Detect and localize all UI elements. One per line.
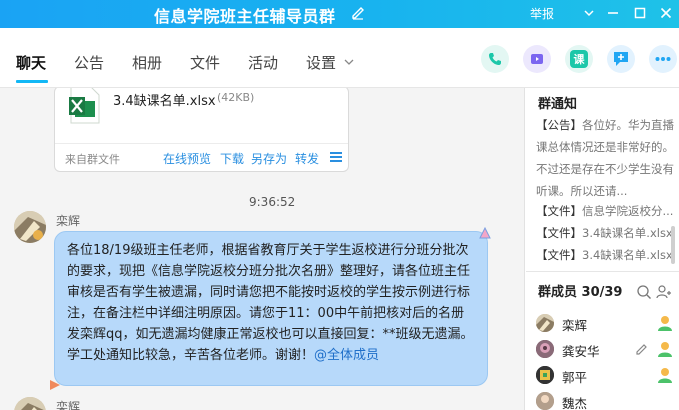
dropdown-icon[interactable] (578, 3, 600, 23)
class-icon: 课 (570, 50, 588, 68)
member-name: 魏杰 (562, 396, 588, 410)
online-preview-link[interactable]: 在线预览 (163, 150, 211, 167)
notice-tag: 【公告】 (536, 118, 582, 132)
owner-badge-icon (658, 316, 672, 331)
member-item[interactable]: 栾辉 (536, 314, 679, 334)
file-size: (42KB) (217, 91, 255, 104)
avatar (536, 340, 554, 358)
side-panel: 群通知 【公告】各位好。华为直播课总体情况还是非常好的。不过还是存在不少学生没有… (526, 88, 679, 410)
file-message-card[interactable]: 3.4缺课名单.xlsx (42KB) 来自群文件 在线预览 下载 另存为 转发 (54, 88, 349, 172)
notice-file-item[interactable]: 【文件】3.4缺课名单.xlsx (536, 225, 673, 241)
save-as-link[interactable]: 另存为 (251, 150, 287, 167)
avatar (536, 314, 554, 332)
member-search-icon[interactable] (636, 284, 652, 300)
edit-title-icon[interactable] (350, 4, 366, 20)
member-item[interactable]: 魏杰 (536, 392, 679, 410)
report-link[interactable]: 举报 (530, 5, 554, 22)
notice-file-item[interactable]: 【文件】信息学院返校分... (536, 203, 673, 219)
phone-icon (489, 53, 501, 65)
tab-album[interactable]: 相册 (132, 52, 162, 73)
active-tab-indicator (16, 80, 48, 83)
settings-chevron-down-icon[interactable] (344, 58, 354, 66)
file-source: 来自群文件 (65, 153, 120, 166)
group-comment-button[interactable] (607, 45, 635, 73)
admin-badge-icon (658, 342, 672, 357)
comment-add-icon (614, 52, 628, 66)
excel-file-icon (69, 88, 100, 124)
menu-icon[interactable] (330, 152, 342, 162)
more-button[interactable] (649, 45, 677, 73)
tab-chat[interactable]: 聊天 (16, 52, 46, 73)
notice-file-item[interactable]: 【文件】3.4缺课名单.xlsx (536, 247, 673, 263)
avatar (536, 392, 554, 410)
member-name: 龚安华 (562, 344, 600, 359)
bubble-decoration-icon (50, 380, 60, 390)
notice-content[interactable]: 【公告】各位好。华为直播课总体情况还是非常好的。不过还是存在不少学生没有听课。所… (536, 114, 674, 202)
tab-activities[interactable]: 活动 (248, 52, 278, 73)
members-title[interactable]: 群成员 30/39 (538, 281, 622, 300)
tab-bar: 聊天 公告 相册 文件 活动 设置 课 (0, 28, 679, 88)
bubble-decoration-icon (479, 226, 491, 239)
admin-badge-icon (658, 368, 672, 383)
notice-scrollbar[interactable] (671, 226, 675, 264)
tab-settings[interactable]: 设置 (306, 52, 336, 73)
notice-title[interactable]: 群通知 (538, 93, 577, 112)
member-add-icon[interactable] (656, 284, 672, 300)
forward-link[interactable]: 转发 (295, 150, 319, 167)
more-dots-icon (655, 57, 671, 61)
card-divider (55, 143, 348, 144)
member-name: 郭平 (562, 370, 588, 385)
class-button[interactable]: 课 (565, 45, 593, 73)
tab-files[interactable]: 文件 (190, 52, 220, 73)
avatar (536, 366, 554, 384)
video-icon (531, 54, 543, 64)
edit-icon[interactable] (634, 341, 650, 357)
minimize-button[interactable] (602, 3, 624, 23)
video-call-button[interactable] (523, 45, 551, 73)
message-timestamp: 9:36:52 (249, 195, 296, 209)
sender-name[interactable]: 栾辉 (56, 398, 80, 410)
member-item[interactable]: 郭平 (536, 366, 679, 386)
side-divider (526, 271, 679, 272)
avatar[interactable] (14, 211, 46, 243)
group-title[interactable]: 信息学院班主任辅导员群 (154, 3, 336, 27)
voice-call-button[interactable] (481, 45, 509, 73)
close-button[interactable] (655, 3, 677, 23)
message-bubble[interactable]: 各位18/19级班主任老师，根据省教育厅关于学生返校进行分班分批次的要求，现把《… (54, 231, 488, 386)
member-item[interactable]: 龚安华 (536, 340, 679, 360)
message-text: 各位18/19级班主任老师，根据省教育厅关于学生返校进行分班分批次的要求，现把《… (67, 243, 474, 363)
maximize-button[interactable] (629, 3, 651, 23)
tab-announcements[interactable]: 公告 (74, 52, 104, 73)
download-link[interactable]: 下载 (220, 150, 244, 167)
title-bar: 信息学院班主任辅导员群 举报 (0, 0, 679, 28)
sender-name[interactable]: 栾辉 (56, 212, 80, 229)
mention-all[interactable]: @全体成员 (314, 348, 379, 363)
file-name[interactable]: 3.4缺课名单.xlsx (113, 90, 216, 109)
chat-area[interactable]: 3.4缺课名单.xlsx (42KB) 来自群文件 在线预览 下载 另存为 转发… (0, 88, 525, 410)
avatar[interactable] (14, 397, 46, 410)
member-name: 栾辉 (562, 318, 588, 333)
